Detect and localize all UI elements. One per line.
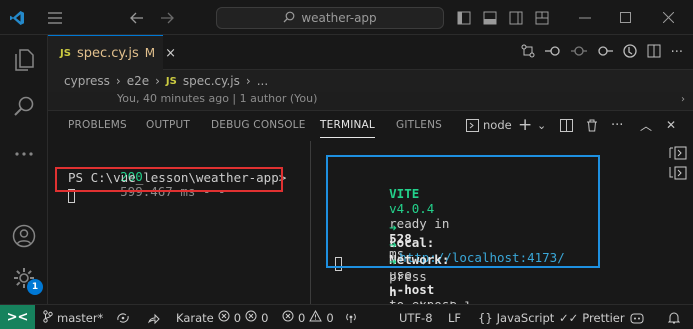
language-mode[interactable]: {} JavaScript (478, 305, 554, 329)
maximize-panel-icon[interactable]: ︿ (640, 116, 652, 134)
tab-terminal[interactable]: TERMINAL (320, 119, 375, 131)
toggle-panel-icon[interactable] (478, 0, 502, 35)
tab-debug-console[interactable]: DEBUG CONSOLE (211, 119, 306, 131)
js-file-icon: JS (60, 47, 71, 59)
error-icon (218, 310, 230, 325)
terminal-list-item-1[interactable] (669, 145, 687, 161)
git-branch[interactable]: master* (43, 305, 103, 329)
encoding-status[interactable]: UTF-8 (399, 305, 433, 329)
search-text: weather-app (301, 11, 377, 25)
go-forward-icon[interactable] (597, 45, 613, 61)
customize-layout-icon[interactable] (530, 0, 554, 35)
chevron-right-icon: › (155, 74, 160, 88)
karate-status[interactable]: Karate 0 0 (176, 305, 268, 329)
search-icon (283, 11, 295, 26)
remote-indicator[interactable]: >< (0, 305, 35, 329)
status-bar: >< master* Karate 0 0 0 0 UTF-8 LF {} Ja… (0, 304, 693, 329)
editor-actions: ··· (521, 35, 693, 70)
breadcrumb-item-symbols[interactable]: ... (257, 74, 268, 88)
scroll-caret-icon: › (681, 94, 685, 105)
warning-icon (309, 309, 323, 325)
forward-arrow-icon[interactable] (154, 0, 180, 35)
panel-tabs: PROBLEMS OUTPUT DEBUG CONSOLE TERMINAL G… (48, 111, 693, 139)
breadcrumb-item-cypress[interactable]: cypress (64, 74, 110, 88)
branch-name: master* (57, 310, 104, 325)
help-key: h (389, 284, 397, 299)
remote-icon: >< (6, 310, 29, 325)
trash-icon[interactable] (584, 116, 600, 134)
terminal-icon (464, 116, 480, 134)
back-arrow-icon[interactable] (124, 0, 150, 35)
live-share-icon[interactable] (146, 305, 160, 329)
eol-status[interactable]: LF (448, 305, 461, 329)
open-changes-icon[interactable] (521, 44, 535, 62)
double-check-icon: ✓✓ (559, 310, 579, 325)
error-icon (282, 310, 294, 325)
chevron-right-icon: › (245, 74, 251, 88)
title-bar: weather-app (0, 0, 693, 35)
terminal-list-item-2[interactable] (669, 165, 687, 181)
karate-label: Karate (176, 310, 214, 325)
editor-tab-bar: JS spec.cy.js M × ··· (48, 35, 693, 70)
problems-status[interactable]: 0 0 (282, 305, 334, 329)
karate-error-count: 0 (233, 310, 242, 325)
error-count: 0 (298, 310, 306, 325)
js-file-icon: JS (165, 75, 177, 87)
maximize-icon[interactable] (605, 0, 645, 35)
prettier-label: Prettier (582, 310, 625, 325)
close-panel-icon[interactable]: ✕ (666, 116, 676, 134)
karate-warning-count: 0 (261, 310, 269, 325)
split-terminal-icon[interactable] (558, 116, 574, 134)
terminal-dropdown-icon[interactable]: ⌄ (537, 116, 546, 134)
split-editor-icon[interactable] (647, 44, 661, 62)
breadcrumb: cypress › e2e › JS spec.cy.js › ... (48, 70, 693, 92)
notifications-bell-icon[interactable] (668, 305, 680, 329)
branch-icon (43, 309, 53, 326)
language-label: JavaScript (496, 310, 555, 325)
more-actions-icon[interactable]: ··· (671, 45, 683, 60)
explorer-icon[interactable] (0, 41, 48, 79)
tab-problems[interactable]: PROBLEMS (68, 119, 127, 131)
command-center-search[interactable]: weather-app (216, 7, 444, 29)
toggle-secondary-sidebar-icon[interactable] (504, 0, 528, 35)
tab-label: spec.cy.js (76, 45, 139, 61)
prettier-status[interactable]: ✓✓ Prettier (559, 305, 625, 329)
sync-icon[interactable] (116, 305, 130, 329)
timeline-icon[interactable] (622, 43, 637, 62)
chevron-right-icon: › (115, 74, 121, 88)
tab-spec-cy-js[interactable]: JS spec.cy.js M × (48, 35, 176, 70)
breadcrumb-item-file[interactable]: spec.cy.js (183, 74, 240, 88)
more-icon[interactable] (0, 135, 48, 173)
modified-indicator: M (144, 46, 156, 60)
radio-tower-icon[interactable] (344, 305, 358, 329)
search-icon[interactable] (0, 87, 48, 125)
go-back-icon[interactable] (544, 45, 561, 61)
new-terminal-icon[interactable]: + (518, 115, 532, 135)
terminal-name[interactable]: node (483, 116, 512, 134)
menu-icon[interactable] (40, 0, 70, 35)
vscode-logo-icon (0, 0, 34, 35)
braces-icon: {} (478, 310, 493, 325)
tab-output[interactable]: OUTPUT (146, 119, 190, 131)
copilot-icon[interactable] (630, 305, 644, 329)
circle-icon[interactable] (570, 45, 587, 61)
settings-badge: 1 (27, 279, 43, 295)
help-text: press (389, 269, 427, 284)
tab-gitlens[interactable]: GITLENS (396, 119, 442, 131)
tab-close-icon[interactable]: × (165, 46, 176, 61)
git-blame-codelens[interactable]: You, 40 minutes ago | 1 author (You) (117, 92, 317, 108)
error-icon (245, 310, 257, 325)
activity-bar (0, 35, 48, 304)
active-tab-indicator (320, 137, 375, 138)
highlight-box-red (55, 167, 283, 192)
highlight-box-blue (326, 155, 600, 268)
account-icon[interactable] (0, 217, 48, 255)
close-icon[interactable] (648, 0, 688, 35)
more-actions-icon[interactable]: ··· (611, 116, 623, 134)
terminal-pane-left[interactable]: 200 599.467 ms - - PS C:\vue_lesson\weat… (48, 141, 310, 305)
toggle-sidebar-icon[interactable] (452, 0, 476, 35)
minimize-icon[interactable] (565, 0, 605, 35)
breadcrumb-item-e2e[interactable]: e2e (127, 74, 149, 88)
warning-count: 0 (326, 310, 334, 325)
